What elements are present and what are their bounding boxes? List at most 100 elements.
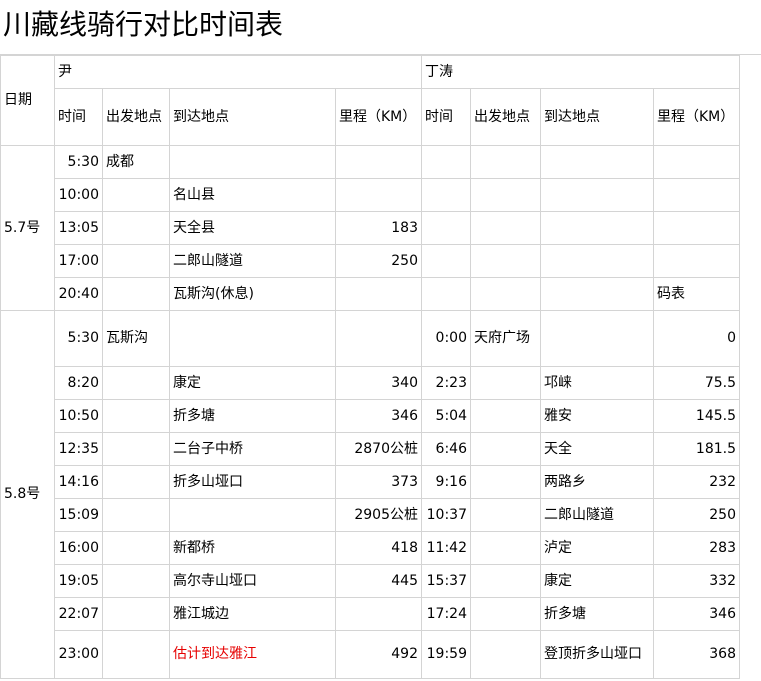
cell-dest-1: 估计到达雅江: [169, 630, 336, 679]
rider2-name: 丁涛: [421, 55, 740, 89]
cell-origin-1: [102, 531, 170, 565]
page-title: 川藏线骑行对比时间表: [0, 0, 761, 55]
cell-dest-2: [540, 211, 654, 245]
cell-time-2: [421, 244, 471, 278]
cell-time-1: 10:50: [54, 399, 103, 433]
cell-time-2: 11:42: [421, 531, 471, 565]
cell-origin-2: 天府广场: [470, 310, 541, 367]
cell-dest-1: 新都桥: [169, 531, 336, 565]
cell-origin-1: [102, 178, 170, 212]
cell-dest-2: 雅安: [540, 399, 654, 433]
cell-dist-2: 283: [653, 531, 740, 565]
col-origin-1: 出发地点: [102, 88, 170, 146]
cell-dest-2: 两路乡: [540, 465, 654, 499]
cell-origin-2: [470, 531, 541, 565]
cell-dist-2: 码表: [653, 277, 740, 311]
cell-dist-1: [335, 310, 422, 367]
cell-dist-1: 183: [335, 211, 422, 245]
cell-dist-1: 373: [335, 465, 422, 499]
cell-dest-1: [169, 145, 336, 179]
cell-dist-2: [653, 211, 740, 245]
cell-time-2: 9:16: [421, 465, 471, 499]
col-dest-2: 到达地点: [540, 88, 654, 146]
cell-dist-2: 145.5: [653, 399, 740, 433]
table-row: 14:16 折多山垭口 373 9:16 两路乡 232: [1, 465, 740, 499]
cell-origin-2: [470, 277, 541, 311]
cell-time-2: 19:59: [421, 630, 471, 679]
cell-time-1: 16:00: [54, 531, 103, 565]
table-row: 23:00 估计到达雅江 492 19:59 登顶折多山垭口 368: [1, 630, 740, 679]
cell-dest-2: 天全: [540, 432, 654, 466]
cell-time-2: 15:37: [421, 564, 471, 598]
cell-dest-1: 雅江城边: [169, 597, 336, 631]
cell-origin-1: 成都: [102, 145, 170, 179]
cell-time-1: 13:05: [54, 211, 103, 245]
cell-time-2: [421, 145, 471, 179]
table-row: 8:20 康定 340 2:23 邛崃 75.5: [1, 366, 740, 400]
cell-time-2: 5:04: [421, 399, 471, 433]
cell-dest-2: 二郎山隧道: [540, 498, 654, 532]
cell-dist-1: 250: [335, 244, 422, 278]
cell-origin-2: [470, 244, 541, 278]
cell-dest-1: 二台子中桥: [169, 432, 336, 466]
table-row: 16:00 新都桥 418 11:42 泸定 283: [1, 531, 740, 565]
cell-dest-1: 康定: [169, 366, 336, 400]
cell-time-1: 8:20: [54, 366, 103, 400]
cell-origin-1: [102, 498, 170, 532]
cell-dest-2: [540, 277, 654, 311]
cell-origin-2: [470, 432, 541, 466]
cell-dist-1: 492: [335, 630, 422, 679]
cell-origin-2: [470, 597, 541, 631]
cell-origin-2: [470, 178, 541, 212]
table-row: 5.7号 5:30 成都: [0, 145, 740, 311]
cell-dest-1: 名山县: [169, 178, 336, 212]
cell-origin-2: [470, 399, 541, 433]
cell-time-1: 17:00: [54, 244, 103, 278]
cell-dist-2: [653, 244, 740, 278]
cell-dest-1: 折多山垭口: [169, 465, 336, 499]
table-row: 13:05 天全县 183: [1, 211, 740, 245]
cell-dest-2: [540, 178, 654, 212]
cell-dest-1: 高尔寺山垭口: [169, 564, 336, 598]
cell-dist-1: [335, 597, 422, 631]
cell-dest-2: 康定: [540, 564, 654, 598]
cell-origin-1: [102, 630, 170, 679]
cell-origin-1: [102, 465, 170, 499]
col-dist-2: 里程（KM）: [653, 88, 740, 146]
cell-dist-1: 445: [335, 564, 422, 598]
cell-origin-1: [102, 564, 170, 598]
table-row: 19:05 高尔寺山垭口 445 15:37 康定 332: [1, 564, 740, 598]
cell-time-1: 15:09: [54, 498, 103, 532]
cell-origin-1: [102, 211, 170, 245]
cell-origin-2: [470, 630, 541, 679]
cell-dist-2: 0: [653, 310, 740, 367]
cell-dest-2: [540, 310, 654, 367]
cell-dist-2: 75.5: [653, 366, 740, 400]
cell-origin-1: [102, 432, 170, 466]
cell-origin-2: [470, 145, 541, 179]
cell-time-1: 14:16: [54, 465, 103, 499]
table-row: 15:09 2905公桩 10:37 二郎山隧道 250: [1, 498, 740, 532]
table-row: 10:00 名山县: [1, 178, 740, 212]
table-row: 17:00 二郎山隧道 250: [1, 244, 740, 278]
cell-dest-2: 邛崃: [540, 366, 654, 400]
cell-dest-2: 登顶折多山垭口: [540, 630, 654, 679]
cell-origin-1: [102, 277, 170, 311]
cell-origin-1: [102, 244, 170, 278]
cell-dist-2: 368: [653, 630, 740, 679]
cell-time-2: 10:37: [421, 498, 471, 532]
cell-dest-2: [540, 244, 654, 278]
cell-time-1: 20:40: [54, 277, 103, 311]
col-time-1: 时间: [54, 88, 103, 146]
cell-origin-2: [470, 211, 541, 245]
table-row: 20:40 瓦斯沟(休息) 码表: [1, 277, 740, 311]
table-row: 10:50 折多塘 346 5:04 雅安 145.5: [1, 399, 740, 433]
cell-origin-1: [102, 597, 170, 631]
cell-dist-1: 346: [335, 399, 422, 433]
cell-dist-2: [653, 178, 740, 212]
cell-time-1: 23:00: [54, 630, 103, 679]
cell-time-2: [421, 178, 471, 212]
cell-dest-1: 天全县: [169, 211, 336, 245]
cell-dest-2: 泸定: [540, 531, 654, 565]
date-cell: 5.8号: [0, 310, 55, 679]
